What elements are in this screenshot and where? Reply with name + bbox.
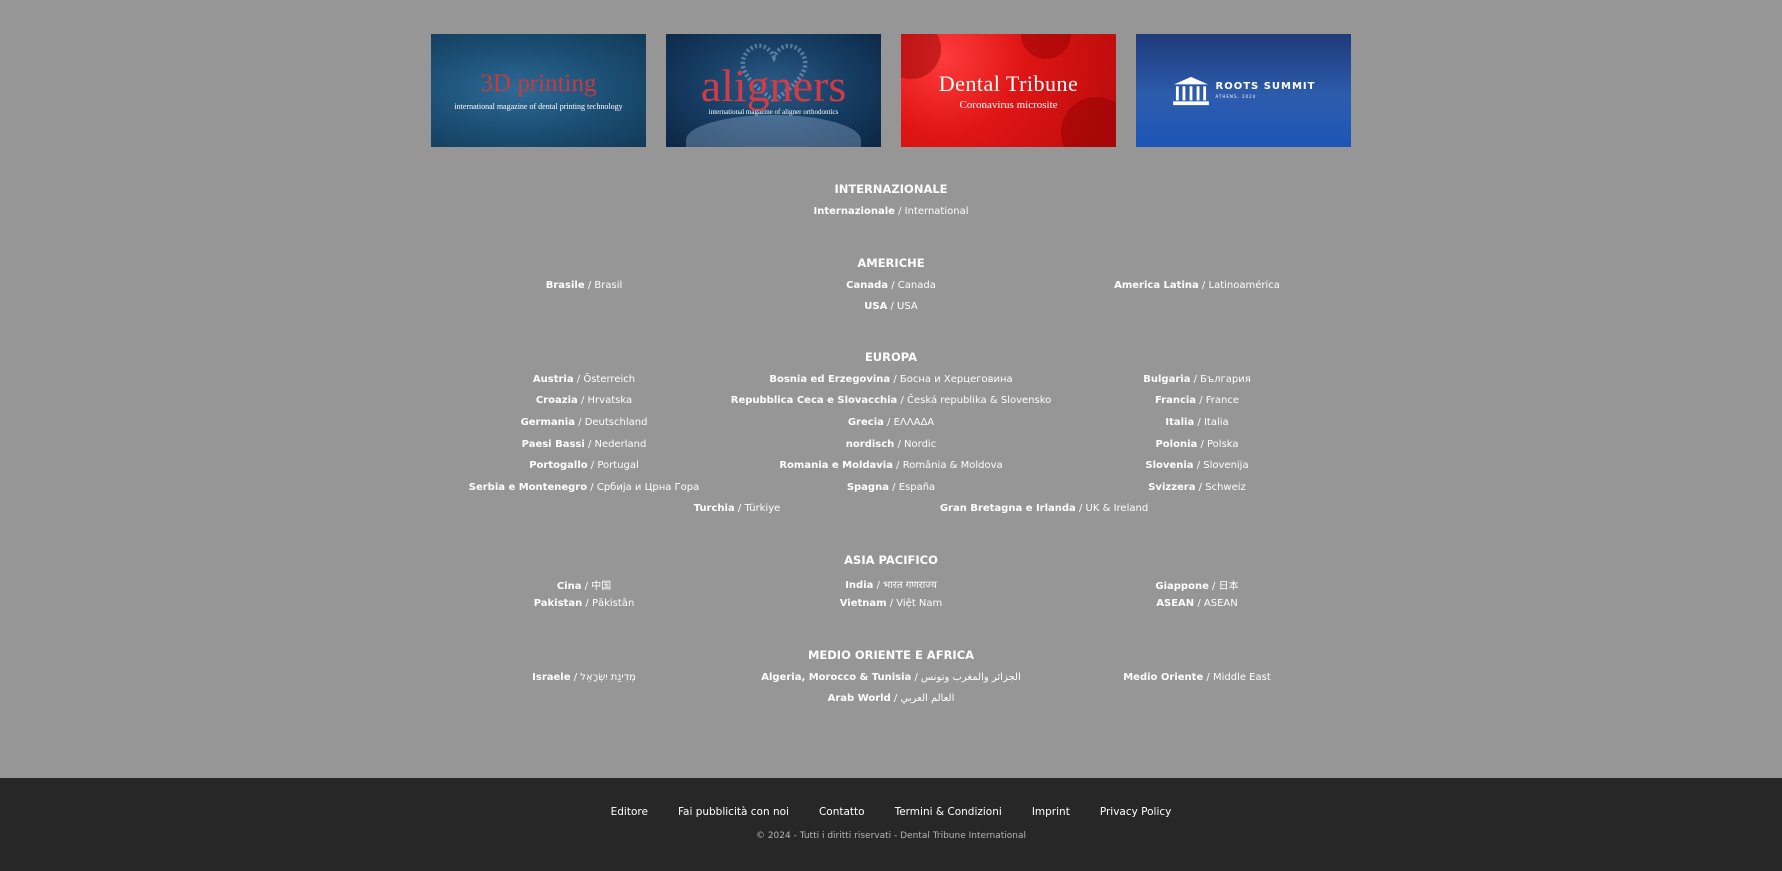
section-title-europa: EUROPA <box>864 350 918 364</box>
edition-link[interactable]: nordisch / Nordic <box>846 439 936 450</box>
edition-link[interactable]: Vietnam / Việt Nam <box>840 598 943 609</box>
edition-row: Paesi Bassi / Nederland nordisch / Nordi… <box>0 439 1782 453</box>
section-title-asia-pacifico: ASIA PACIFICO <box>844 553 938 567</box>
banner-subtitle: international magazine of aligner orthod… <box>708 108 839 117</box>
edition-link[interactable]: Romania e Moldavia / România & Moldova <box>779 460 1002 471</box>
edition-row: Arab World / العالم العربي <box>0 693 1782 707</box>
copyright-text: © 2024 - Tutti i diritti riservati - Den… <box>755 831 1027 841</box>
edition-link[interactable]: Algeria, Morocco & Tunisia / الجزائر وال… <box>761 672 1021 683</box>
virus-decoration <box>1021 34 1071 59</box>
edition-row: Turchia / Türkiye Gran Bretagna e Irland… <box>0 503 1782 517</box>
edition-row: Brasile / Brasil Canada / Canada America… <box>0 280 1782 294</box>
edition-link[interactable]: Paesi Bassi / Nederland <box>522 439 647 450</box>
edition-link[interactable]: Repubblica Ceca e Slovacchia / Česká rep… <box>731 395 1052 406</box>
edition-link[interactable]: USA / USA <box>864 301 918 312</box>
banner-subtitle: international magazine of dental printin… <box>454 101 623 111</box>
banner-roots-summit[interactable]: ROOTS SUMMIT ATHENS, 2024 <box>1136 34 1351 147</box>
footer-link-terms[interactable]: Termini & Condizioni <box>895 806 1002 818</box>
edition-link[interactable]: America Latina / Latinoamérica <box>1114 280 1280 291</box>
site-footer: Editore Fai pubblicità con noi Contatto … <box>0 778 1782 871</box>
edition-link[interactable]: Gran Bretagna e Irlanda / UK & Ireland <box>940 503 1148 514</box>
edition-link[interactable]: Internazionale / International <box>814 206 969 217</box>
edition-link[interactable]: Croazia / Hrvatska <box>536 395 632 406</box>
banner-title: 3D printing <box>480 69 597 97</box>
edition-row: USA / USA <box>0 301 1782 315</box>
edition-link[interactable]: ASEAN / ASEAN <box>1156 598 1237 609</box>
virus-decoration <box>1061 97 1116 147</box>
footer-link-advertise[interactable]: Fai pubblicità con noi <box>678 806 789 818</box>
edition-link[interactable]: Cina / 中国 <box>557 577 611 592</box>
edition-link[interactable]: Polonia / Polska <box>1155 439 1238 450</box>
footer-link-editore[interactable]: Editore <box>611 806 648 818</box>
edition-row: Internazionale / International <box>0 206 1782 220</box>
edition-link[interactable]: Svizzera / Schweiz <box>1148 482 1246 493</box>
section-title-internazionale: INTERNAZIONALE <box>834 182 948 196</box>
banner-3d-printing[interactable]: 3D printing international magazine of de… <box>431 34 646 147</box>
edition-link[interactable]: Slovenia / Slovenija <box>1145 460 1248 471</box>
roots-summit-logo: ROOTS SUMMIT ATHENS, 2024 <box>1172 75 1316 107</box>
virus-decoration <box>901 34 941 79</box>
edition-row: Croazia / Hrvatska Repubblica Ceca e Slo… <box>0 395 1782 409</box>
edition-row: Israele / מְדִינַת יִשְׂרָאֵל Algeria, M… <box>0 672 1782 686</box>
edition-link[interactable]: Germania / Deutschland <box>521 417 648 428</box>
banner-title: Dental Tribune <box>938 70 1079 96</box>
banner-subtitle: ATHENS, 2024 <box>1215 94 1257 99</box>
edition-link[interactable]: Turchia / Türkiye <box>694 503 781 514</box>
banner-strip: 3D printing international magazine of de… <box>431 34 1351 147</box>
footer-link-privacy[interactable]: Privacy Policy <box>1100 806 1172 818</box>
temple-icon <box>1172 76 1209 105</box>
section-title-medio-oriente-africa: MEDIO ORIENTE E AFRICA <box>807 648 975 662</box>
edition-link[interactable]: Italia / Italia <box>1165 417 1228 428</box>
edition-link[interactable]: Israele / מְדִינַת יִשְׂרָאֵל <box>532 672 636 683</box>
footer-link-contact[interactable]: Contatto <box>819 806 865 818</box>
edition-row: Germania / Deutschland Grecia / ΕΛΛΑΔΑ I… <box>0 417 1782 431</box>
banner-subtitle: Coronavirus microsite <box>959 98 1058 111</box>
banner-aligners[interactable]: aligners international magazine of align… <box>666 34 881 147</box>
edition-link[interactable]: Canada / Canada <box>846 280 936 291</box>
section-title-americhe: AMERICHE <box>857 256 925 270</box>
banner-dental-tribune-coronavirus[interactable]: Dental Tribune Coronavirus microsite <box>901 34 1116 147</box>
edition-row: Austria / Österreich Bosnia ed Erzegovin… <box>0 374 1782 388</box>
edition-row: Portogallo / Portugal Romania e Moldavia… <box>0 460 1782 474</box>
edition-link[interactable]: Pakistan / Pākistān <box>534 598 635 609</box>
edition-link[interactable]: Francia / France <box>1155 395 1239 406</box>
edition-link[interactable]: Brasile / Brasil <box>546 280 623 291</box>
edition-link[interactable]: Spagna / España <box>847 482 935 493</box>
edition-link[interactable]: Austria / Österreich <box>533 374 635 385</box>
footer-link-imprint[interactable]: Imprint <box>1032 806 1070 818</box>
edition-row: Pakistan / Pākistān Vietnam / Việt Nam A… <box>0 598 1782 612</box>
edition-link[interactable]: Grecia / ΕΛΛΑΔΑ <box>848 417 934 428</box>
banner-title: aligners <box>700 59 847 111</box>
edition-link[interactable]: Medio Oriente / Middle East <box>1123 672 1271 683</box>
edition-link[interactable]: Arab World / العالم العربي <box>828 693 955 704</box>
edition-link[interactable]: Serbia e Montenegro / Србија и Црна Гора <box>469 482 700 493</box>
footer-nav: Editore Fai pubblicità con noi Contatto … <box>0 806 1782 818</box>
edition-link[interactable]: Bulgaria / България <box>1143 374 1250 385</box>
banner-title: ROOTS SUMMIT <box>1215 81 1316 92</box>
edition-link[interactable]: Bosnia ed Erzegovina / Босна и Херцегови… <box>769 374 1012 385</box>
edition-row: Serbia e Montenegro / Србија и Црна Гора… <box>0 482 1782 496</box>
edition-link[interactable]: Portogallo / Portugal <box>529 460 639 471</box>
edition-row: Cina / 中国 India / भारत गणराज्य Giappone … <box>0 577 1782 592</box>
edition-link[interactable]: Giappone / 日本 <box>1155 577 1238 592</box>
edition-link[interactable]: India / भारत गणराज्य <box>845 577 937 591</box>
hands-image <box>686 115 861 147</box>
